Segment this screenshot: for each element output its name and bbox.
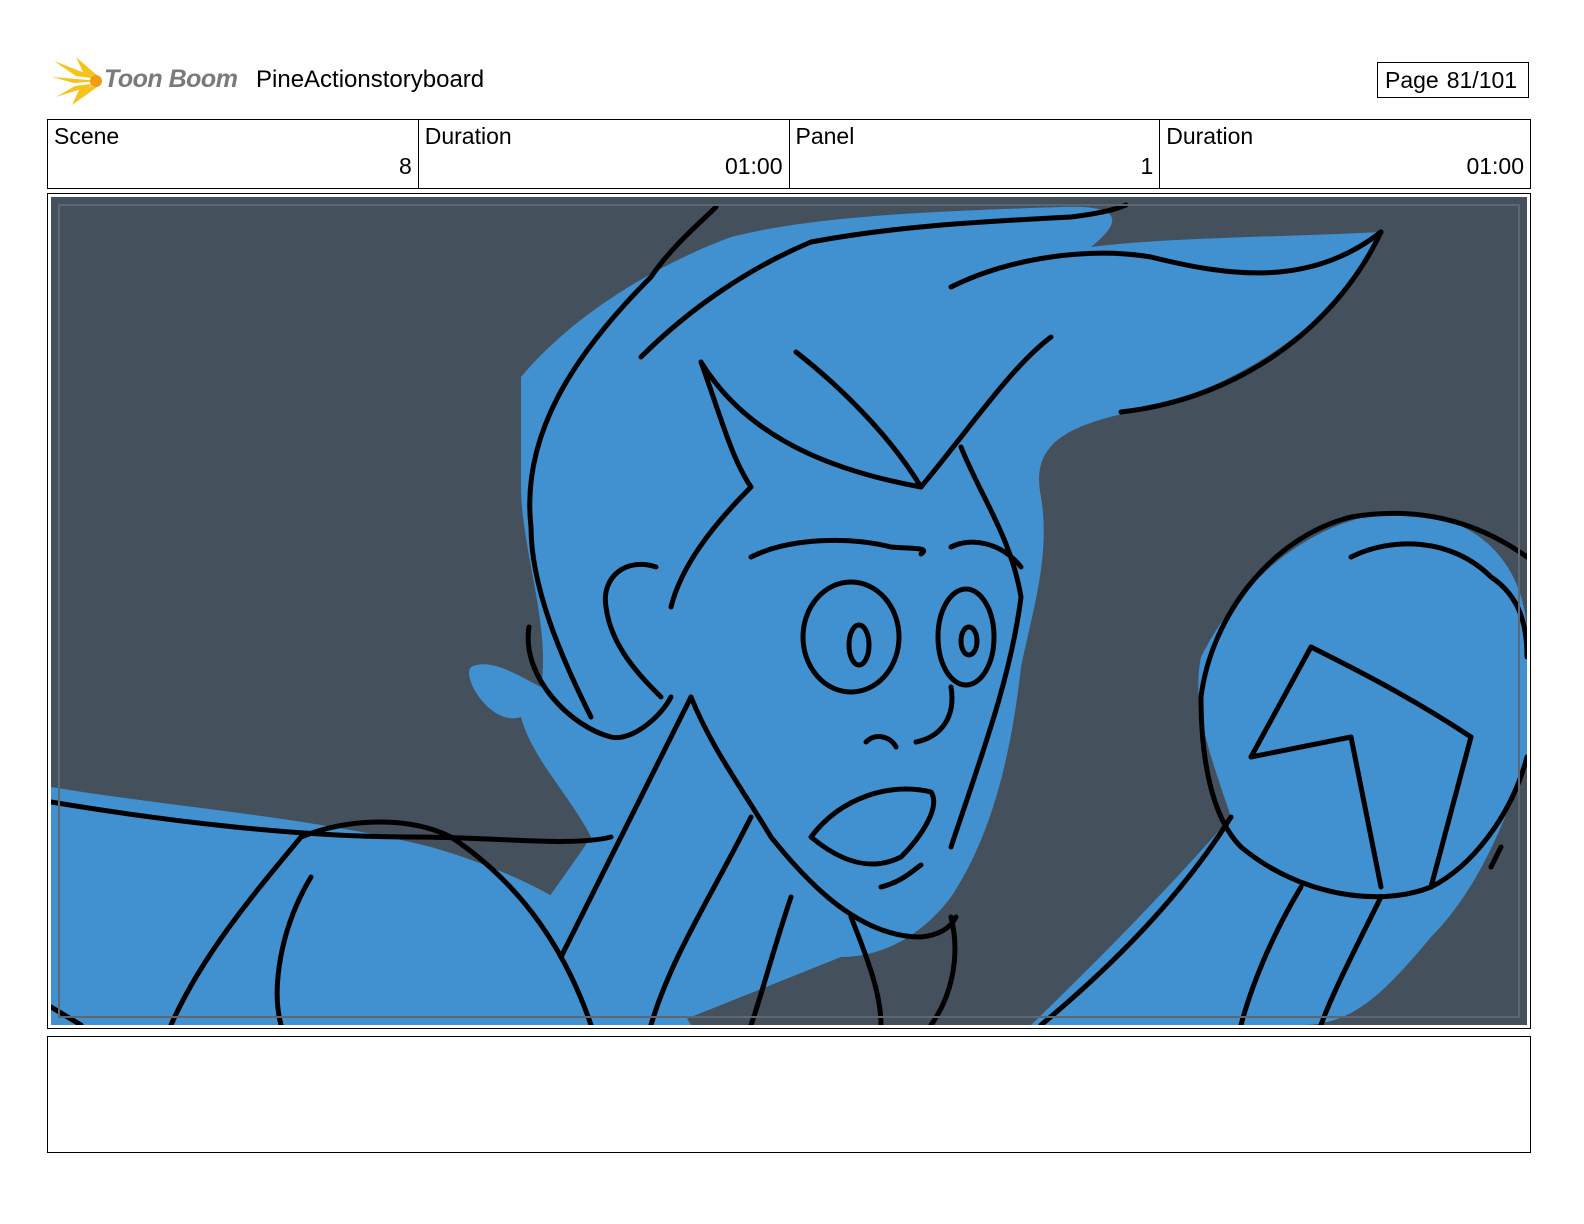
page-number: 81/101 <box>1446 67 1518 93</box>
panel-label: Panel <box>795 123 855 149</box>
scene-duration-label: Duration <box>424 123 512 149</box>
scene-label: Scene <box>54 123 120 149</box>
panel-duration-value: 01:00 <box>1466 153 1524 179</box>
scene-cell: Scene 8 <box>48 120 419 188</box>
toon-boom-logo: Toon Boom <box>50 55 240 107</box>
scene-duration-cell: Duration 01:00 <box>419 120 790 188</box>
storyboard-drawing <box>51 197 1527 1025</box>
panel-duration-cell: Duration 01:00 <box>1160 120 1530 188</box>
panel-notes-box[interactable] <box>47 1036 1531 1153</box>
scene-info-table: Scene 8 Duration 01:00 Panel 1 Duration … <box>47 119 1531 189</box>
scene-duration-value: 01:00 <box>724 153 783 179</box>
storyboard-drawing-icon <box>51 202 1527 1025</box>
starburst-icon <box>52 57 102 105</box>
page-indicator: Page 81/101 <box>1377 62 1529 98</box>
panel-duration-label: Duration <box>1166 123 1254 149</box>
page-label: Page <box>1385 67 1439 93</box>
logo-text: Toon Boom <box>104 65 238 93</box>
project-title: PineActionstoryboard <box>256 66 485 93</box>
panel-frame <box>47 193 1531 1029</box>
scene-value: 8 <box>398 153 412 179</box>
panel-cell: Panel 1 <box>790 120 1161 188</box>
panel-value: 1 <box>1140 153 1154 179</box>
